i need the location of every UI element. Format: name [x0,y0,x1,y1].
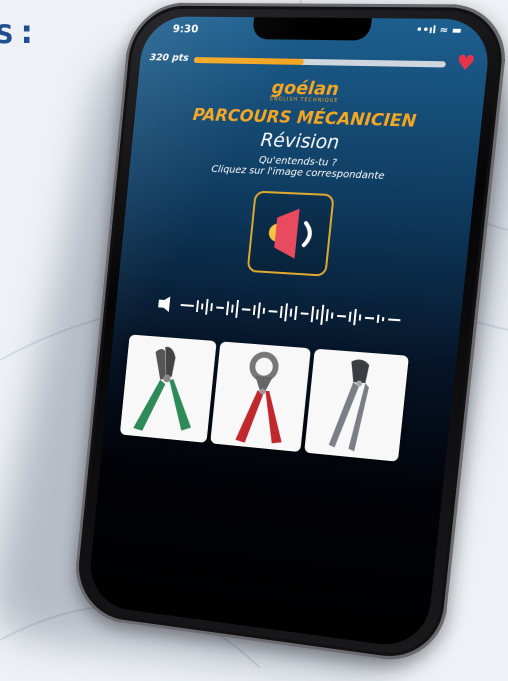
app-screen: 9:30 ••ıl ≈ ▬ 320 pts ♥ goélan ENGLISH T… [87,16,493,650]
audio-player[interactable] [156,292,420,334]
status-time: 9:30 [172,22,199,35]
phone-mockup: 9:30 ••ıl ≈ ▬ 320 pts ♥ goélan ENGLISH T… [71,3,508,667]
choice-card-pliers[interactable] [304,349,409,462]
pliers-icon [304,349,409,462]
waveform [156,292,441,336]
progress-bar [194,57,446,67]
answer-choices [120,334,438,466]
play-sound-button[interactable] [247,191,335,277]
cable-cutter-icon [210,341,311,452]
status-icons: ••ıl ≈ ▬ [415,25,462,37]
progress-fill [194,57,305,65]
status-bar: 9:30 ••ıl ≈ ▬ [172,22,462,41]
points-label: 320 pts [149,52,189,63]
speaker-small-icon [158,296,171,312]
choice-card-cable-cutter[interactable] [210,341,311,452]
heart-icon[interactable]: ♥ [455,52,476,73]
speaker-icon [249,193,333,275]
choice-card-wire-stripper[interactable] [120,334,217,442]
background-heading-fragment: s: [0,12,39,52]
wire-stripper-icon [120,334,217,442]
progress-row: 320 pts ♥ [149,49,476,75]
brand-logo: goélan ENGLISH TECHNIQUE [136,75,485,108]
